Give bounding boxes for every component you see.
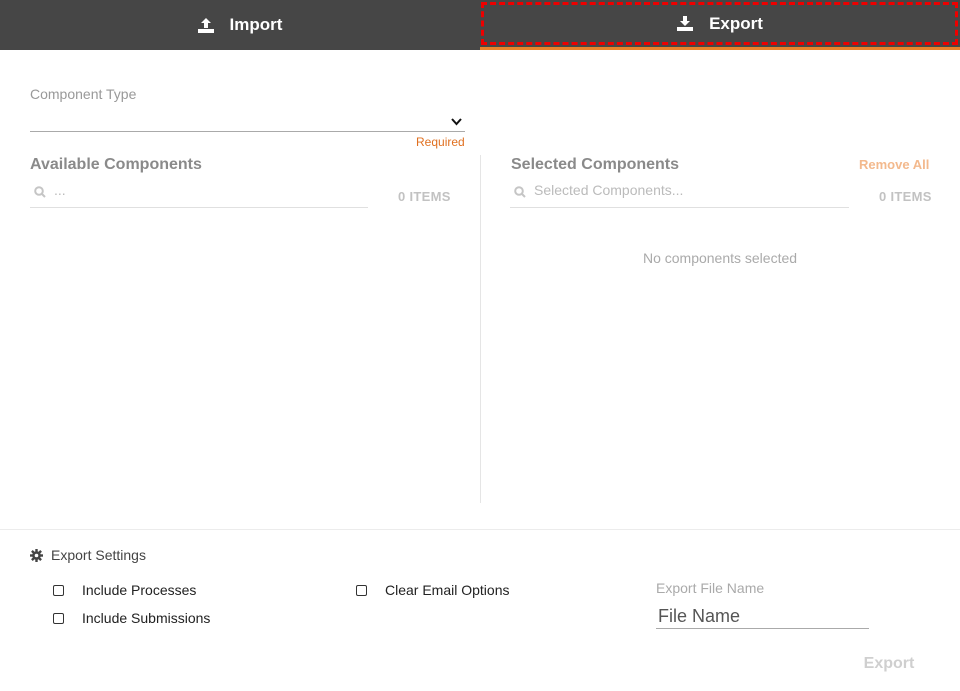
- export-button[interactable]: Export: [848, 655, 930, 677]
- available-search[interactable]: [30, 178, 368, 208]
- gear-icon: [30, 548, 43, 562]
- include-submissions-label: Include Submissions: [82, 610, 211, 626]
- section-divider: [0, 529, 960, 530]
- tab-export[interactable]: Export: [480, 0, 960, 50]
- export-settings-title: Export Settings: [30, 547, 146, 563]
- selected-components-title: Selected Components: [511, 156, 680, 173]
- available-search-input[interactable]: [54, 182, 354, 198]
- include-processes-label: Include Processes: [82, 582, 197, 598]
- chevron-down-icon: [451, 113, 462, 131]
- tab-export-label: Export: [709, 13, 763, 33]
- search-icon: [514, 185, 526, 203]
- empty-selection-text: No components selected: [642, 250, 798, 266]
- checkbox-box[interactable]: [53, 584, 64, 596]
- component-type-select[interactable]: [30, 108, 465, 132]
- column-divider: [480, 155, 481, 503]
- upload-icon: [197, 17, 214, 33]
- search-icon: [34, 185, 46, 203]
- required-hint: Required: [416, 135, 465, 149]
- selected-search-input[interactable]: [534, 182, 834, 198]
- remove-all-button[interactable]: Remove All: [859, 157, 929, 172]
- checkbox-box[interactable]: [356, 584, 367, 596]
- export-file-name-label: Export File Name: [656, 580, 765, 596]
- selected-count: 0 ITEMS: [879, 189, 932, 204]
- available-count: 0 ITEMS: [398, 189, 451, 204]
- download-icon: [677, 16, 694, 31]
- clear-email-options-label: Clear Email Options: [385, 582, 510, 598]
- available-components-title: Available Components: [30, 156, 202, 173]
- export-settings-label: Export Settings: [51, 547, 146, 563]
- tab-bar: Import Export: [0, 0, 960, 50]
- file-name-field[interactable]: [656, 606, 869, 629]
- tab-import-label: Import: [229, 15, 283, 34]
- file-name-input[interactable]: [656, 606, 869, 627]
- component-type-label: Component Type: [30, 86, 137, 102]
- include-submissions-checkbox[interactable]: Include Submissions: [53, 610, 210, 626]
- checkbox-box[interactable]: [53, 612, 64, 624]
- clear-email-options-checkbox[interactable]: Clear Email Options: [356, 582, 510, 598]
- include-processes-checkbox[interactable]: Include Processes: [53, 582, 196, 598]
- selected-search[interactable]: [510, 178, 849, 208]
- tab-import[interactable]: Import: [0, 0, 480, 50]
